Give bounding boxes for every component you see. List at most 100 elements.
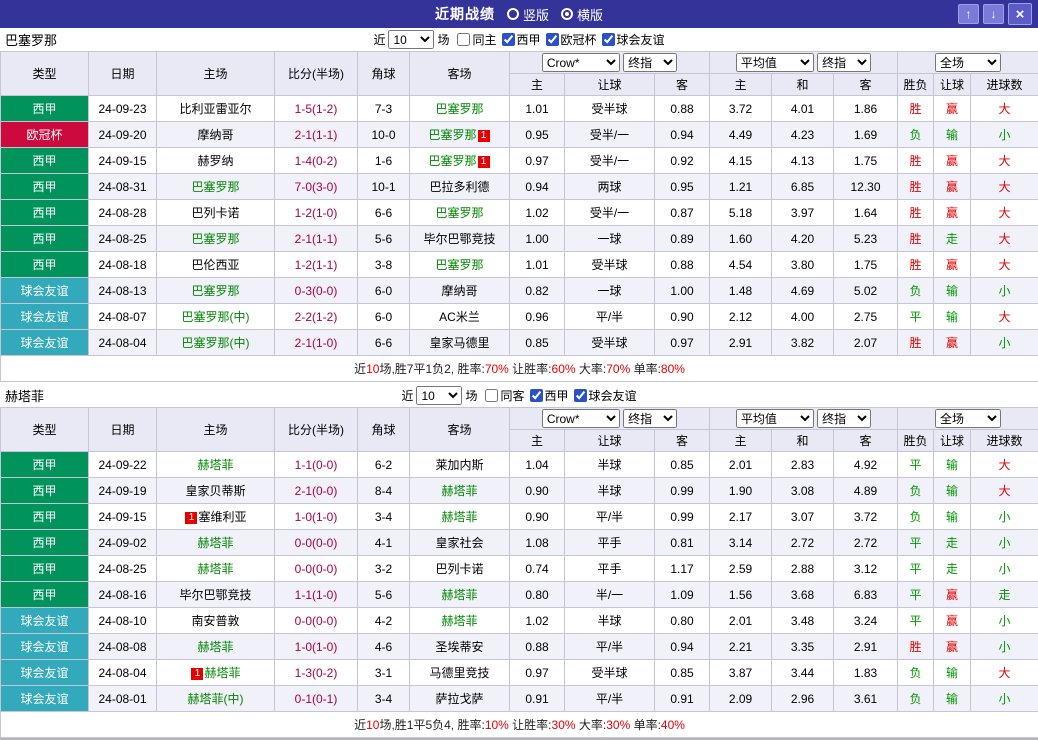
filter-checkbox[interactable]: 西甲 bbox=[497, 31, 541, 48]
home-team: 南安普敦 bbox=[157, 608, 275, 634]
team-name: 皇家社会 bbox=[435, 536, 483, 550]
filter-checkbox-input[interactable] bbox=[602, 33, 615, 46]
away-team: 巴塞罗那 bbox=[410, 200, 510, 226]
result-handicap: 赢 bbox=[934, 252, 971, 278]
vertical-layout-radio[interactable] bbox=[507, 8, 519, 20]
horizontal-layout-radio[interactable] bbox=[561, 8, 573, 20]
filter-checkbox[interactable]: 西甲 bbox=[525, 387, 569, 404]
result-scope-select[interactable]: 全场 bbox=[935, 53, 1001, 72]
odds-company-select[interactable]: Crow* bbox=[542, 53, 620, 72]
corner-score: 1-6 bbox=[358, 148, 410, 174]
odds-handicap: 半球 bbox=[565, 608, 655, 634]
result-goals: 大 bbox=[971, 304, 1038, 330]
odds-away: 0.88 bbox=[655, 96, 710, 122]
match-row: 西甲 24-09-02 赫塔菲 0-0(0-0) 4-1 皇家社会 1.08 平… bbox=[1, 530, 1038, 556]
match-count-select[interactable]: 10 bbox=[388, 30, 434, 49]
match-row: 西甲 24-09-23 比利亚雷亚尔 1-5(1-2) 7-3 巴塞罗那 1.0… bbox=[1, 96, 1038, 122]
recent-results-window: 近期战绩 竖版 横版 ↑ ↓ × 巴塞罗那 近 10 场 同主西甲欧冠杯球会友谊 bbox=[0, 0, 1038, 740]
red-card-badge: 1 bbox=[478, 130, 490, 142]
odds-period-select[interactable]: 终指 bbox=[623, 409, 677, 428]
corner-score: 6-6 bbox=[358, 330, 410, 356]
layout-radio-horizontal[interactable]: 横版 bbox=[561, 5, 603, 24]
filter-checkbox-input[interactable] bbox=[530, 389, 543, 402]
col-header-type: 类型 bbox=[1, 52, 89, 96]
avg-period-select[interactable]: 终指 bbox=[817, 53, 871, 72]
avg-period-select[interactable]: 终指 bbox=[817, 409, 871, 428]
odds-away: 0.88 bbox=[655, 252, 710, 278]
subcol-result-goals: 进球数 bbox=[971, 430, 1038, 452]
filter-checkbox-input[interactable] bbox=[457, 33, 470, 46]
filter-bar: 近 10 场 同主西甲欧冠杯球会友谊 bbox=[0, 28, 1038, 51]
filter-near-label: 近 bbox=[401, 387, 413, 404]
odds-company-select[interactable]: Crow* bbox=[542, 409, 620, 428]
team-name: 赫塔菲 bbox=[441, 484, 477, 498]
avg-odds-draw: 4.23 bbox=[772, 122, 834, 148]
home-team: 巴塞罗那 bbox=[157, 278, 275, 304]
team-name: 赫塔菲 bbox=[197, 536, 233, 550]
match-score: 1-0(1-0) bbox=[275, 634, 358, 660]
odds-home: 0.85 bbox=[510, 330, 565, 356]
avg-odds-away: 2.72 bbox=[834, 530, 898, 556]
filter-checkbox[interactable]: 欧冠杯 bbox=[541, 31, 597, 48]
col-header-away: 客场 bbox=[410, 52, 510, 96]
odds-away: 0.81 bbox=[655, 530, 710, 556]
subcol-odds-away: 客 bbox=[655, 74, 710, 96]
filter-checkbox-input[interactable] bbox=[574, 389, 587, 402]
filter-checkbox[interactable]: 球会友谊 bbox=[597, 31, 665, 48]
avg-odds-home: 1.48 bbox=[710, 278, 772, 304]
filter-checkbox-input[interactable] bbox=[546, 33, 559, 46]
avg-odds-home: 4.54 bbox=[710, 252, 772, 278]
odds-home: 0.90 bbox=[510, 504, 565, 530]
avg-odds-draw: 3.35 bbox=[772, 634, 834, 660]
odds-away: 0.85 bbox=[655, 452, 710, 478]
corner-score: 3-8 bbox=[358, 252, 410, 278]
match-type-badge: 西甲 bbox=[1, 478, 89, 504]
avg-odds-draw: 3.97 bbox=[772, 200, 834, 226]
red-card-badge: 1 bbox=[478, 156, 490, 168]
away-team: 毕尔巴鄂竞技 bbox=[410, 226, 510, 252]
match-row: 西甲 24-09-15 1塞维利亚 1-0(1-0) 3-4 赫塔菲 0.90 … bbox=[1, 504, 1038, 530]
filter-checkbox-input[interactable] bbox=[502, 33, 515, 46]
result-scope-select[interactable]: 全场 bbox=[935, 409, 1001, 428]
avg-company-select[interactable]: 平均值 bbox=[736, 409, 814, 428]
summary-segment: 单率: bbox=[630, 718, 661, 732]
team-name: 赫塔菲 bbox=[197, 640, 233, 654]
avg-group-header: 平均值 终指 bbox=[710, 52, 898, 74]
filter-checkbox-input[interactable] bbox=[485, 389, 498, 402]
avg-odds-home: 2.59 bbox=[710, 556, 772, 582]
scroll-down-button[interactable]: ↓ bbox=[983, 4, 1004, 24]
odds-away: 0.94 bbox=[655, 634, 710, 660]
col-header-score: 比分(半场) bbox=[275, 52, 358, 96]
match-score: 0-0(0-0) bbox=[275, 530, 358, 556]
scroll-up-button[interactable]: ↑ bbox=[958, 4, 979, 24]
home-team: 巴塞罗那 bbox=[157, 226, 275, 252]
home-team: 毕尔巴鄂竞技 bbox=[157, 582, 275, 608]
result-goals: 小 bbox=[971, 556, 1038, 582]
match-row: 西甲 24-08-18 巴伦西亚 1-2(1-1) 3-8 巴塞罗那 1.01 … bbox=[1, 252, 1038, 278]
filter-checkbox[interactable]: 球会友谊 bbox=[569, 387, 637, 404]
result-goals: 大 bbox=[971, 226, 1038, 252]
match-score: 0-3(0-0) bbox=[275, 278, 358, 304]
layout-radio-vertical[interactable]: 竖版 bbox=[507, 5, 549, 24]
team-name: 莱加内斯 bbox=[435, 458, 483, 472]
summary-segment: 30% bbox=[606, 718, 630, 732]
corner-score: 6-6 bbox=[358, 200, 410, 226]
close-button[interactable]: × bbox=[1008, 3, 1032, 25]
match-count-select[interactable]: 10 bbox=[416, 386, 462, 405]
away-team: 圣埃蒂安 bbox=[410, 634, 510, 660]
filter-checkbox[interactable]: 同客 bbox=[480, 387, 524, 404]
odds-away: 1.17 bbox=[655, 556, 710, 582]
avg-company-select[interactable]: 平均值 bbox=[736, 53, 814, 72]
odds-group-header: Crow* 终指 bbox=[510, 52, 710, 74]
filter-checkbox[interactable]: 同主 bbox=[452, 31, 496, 48]
col-header-home: 主场 bbox=[157, 408, 275, 452]
filter-checkbox-label: 同主 bbox=[472, 31, 496, 48]
match-date: 24-08-04 bbox=[89, 660, 157, 686]
odds-period-select[interactable]: 终指 bbox=[623, 53, 677, 72]
avg-odds-draw: 2.88 bbox=[772, 556, 834, 582]
match-type-badge: 西甲 bbox=[1, 96, 89, 122]
subcol-avg-draw: 和 bbox=[772, 430, 834, 452]
match-date: 24-09-15 bbox=[89, 504, 157, 530]
result-outcome: 负 bbox=[898, 122, 934, 148]
result-goals: 大 bbox=[971, 96, 1038, 122]
